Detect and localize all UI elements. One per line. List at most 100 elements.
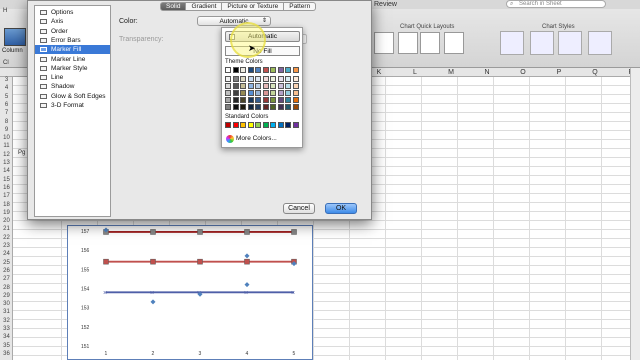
theme-color-swatch[interactable] [277, 83, 284, 89]
standard-color-swatch[interactable] [232, 122, 239, 128]
standard-color-swatch[interactable] [262, 122, 269, 128]
theme-color-swatch[interactable] [262, 76, 269, 82]
category-item[interactable]: Order [35, 27, 110, 36]
chart-layout-thumb[interactable] [398, 32, 418, 54]
row-number[interactable]: 5 [0, 94, 13, 100]
category-item[interactable]: Glow & Soft Edges [35, 92, 110, 101]
theme-color-swatch[interactable] [292, 76, 299, 82]
theme-color-swatch[interactable] [247, 67, 254, 73]
row-number[interactable]: 24 [0, 251, 13, 257]
chart-style-thumb[interactable] [500, 31, 524, 55]
ok-button[interactable]: OK [325, 203, 357, 214]
series-marker[interactable] [244, 229, 250, 235]
chart-style-thumb[interactable] [558, 31, 582, 55]
theme-color-swatch[interactable] [285, 76, 291, 82]
theme-color-swatch[interactable] [225, 90, 231, 96]
theme-color-swatch[interactable] [225, 104, 231, 110]
standard-color-swatch[interactable] [255, 122, 261, 128]
scatter-point[interactable] [150, 299, 156, 305]
theme-color-swatch[interactable] [270, 76, 276, 82]
column-letter[interactable]: P [541, 68, 577, 77]
line-chart[interactable]: 15715615515415315215112345××××× [67, 225, 313, 360]
theme-color-swatch[interactable] [292, 67, 299, 73]
category-item[interactable]: Marker Line [35, 55, 110, 64]
series-marker[interactable] [150, 258, 156, 265]
category-item[interactable]: Shadow [35, 82, 110, 91]
series-marker[interactable]: × [291, 290, 295, 297]
theme-color-swatch[interactable] [255, 90, 261, 96]
theme-color-swatch[interactable] [292, 90, 299, 96]
vertical-scrollbar[interactable] [630, 68, 640, 360]
fill-tab[interactable]: Picture or Texture [222, 2, 285, 11]
theme-color-swatch[interactable] [232, 83, 239, 89]
row-number[interactable]: 10 [0, 135, 13, 141]
standard-color-swatch[interactable] [247, 122, 254, 128]
theme-color-swatch[interactable] [255, 83, 261, 89]
theme-color-swatch[interactable] [292, 83, 299, 89]
theme-color-swatch[interactable] [262, 67, 269, 73]
theme-color-swatch[interactable] [277, 104, 284, 110]
theme-color-swatch[interactable] [247, 97, 254, 103]
theme-color-swatch[interactable] [240, 90, 246, 96]
chart-layout-thumb[interactable] [444, 32, 464, 54]
theme-color-swatch[interactable] [232, 67, 239, 73]
category-item[interactable]: Axis [35, 17, 110, 26]
chart-style-thumb[interactable] [530, 31, 554, 55]
series-marker[interactable] [103, 258, 109, 265]
theme-color-swatch[interactable] [285, 97, 291, 103]
cancel-button[interactable]: Cancel [283, 203, 315, 214]
standard-color-swatch[interactable] [292, 122, 299, 128]
row-number[interactable]: 12 [0, 152, 13, 158]
theme-color-swatch[interactable] [240, 104, 246, 110]
fill-tab[interactable]: Pattern [284, 2, 317, 11]
theme-color-swatch[interactable] [225, 67, 231, 73]
theme-color-swatch[interactable] [255, 67, 261, 73]
series-marker[interactable]: × [244, 290, 248, 297]
theme-color-swatch[interactable] [277, 97, 284, 103]
row-number[interactable]: 23 [0, 243, 13, 249]
column-chart-button[interactable] [4, 28, 26, 46]
standard-color-swatch[interactable] [277, 122, 284, 128]
row-number[interactable]: 6 [0, 102, 13, 108]
more-colors-option[interactable]: More Colors... [225, 135, 277, 143]
fill-tab[interactable]: Solid [160, 2, 187, 11]
theme-color-swatch[interactable] [240, 97, 246, 103]
theme-color-swatch[interactable] [247, 104, 254, 110]
theme-color-swatch[interactable] [255, 76, 261, 82]
row-number[interactable]: 11 [0, 143, 13, 149]
theme-color-swatch[interactable] [247, 83, 254, 89]
theme-color-swatch[interactable] [285, 104, 291, 110]
row-number[interactable]: 18 [0, 202, 13, 208]
theme-color-swatch[interactable] [270, 97, 276, 103]
theme-color-swatch[interactable] [285, 83, 291, 89]
row-number[interactable]: 16 [0, 185, 13, 191]
scatter-point[interactable] [244, 282, 250, 288]
theme-color-swatch[interactable] [225, 76, 231, 82]
row-number[interactable]: 21 [0, 226, 13, 232]
row-number[interactable]: 22 [0, 235, 13, 241]
theme-color-swatch[interactable] [232, 97, 239, 103]
row-number[interactable]: 19 [0, 210, 13, 216]
category-item[interactable]: Marker Style [35, 64, 110, 73]
row-number[interactable]: 32 [0, 318, 13, 324]
theme-color-swatch[interactable] [277, 67, 284, 73]
row-number[interactable]: 20 [0, 218, 13, 224]
theme-color-swatch[interactable] [262, 90, 269, 96]
row-number[interactable]: 25 [0, 260, 13, 266]
row-number[interactable]: 28 [0, 285, 13, 291]
column-letter[interactable]: O [505, 68, 541, 77]
theme-color-swatch[interactable] [240, 76, 246, 82]
row-number[interactable]: 14 [0, 168, 13, 174]
row-number[interactable]: 7 [0, 110, 13, 116]
theme-color-swatch[interactable] [262, 97, 269, 103]
row-number[interactable]: 13 [0, 160, 13, 166]
standard-color-swatch[interactable] [225, 122, 231, 128]
row-number[interactable]: 9 [0, 127, 13, 133]
ribbon-tab-home[interactable]: H [3, 8, 7, 14]
chart-layout-thumb[interactable] [420, 32, 440, 54]
series-marker[interactable] [150, 229, 156, 235]
scatter-point[interactable] [244, 253, 250, 259]
theme-color-swatch[interactable] [225, 97, 231, 103]
search-input[interactable]: ⌕ Search in Sheet [506, 0, 606, 8]
row-number[interactable]: 35 [0, 343, 13, 349]
